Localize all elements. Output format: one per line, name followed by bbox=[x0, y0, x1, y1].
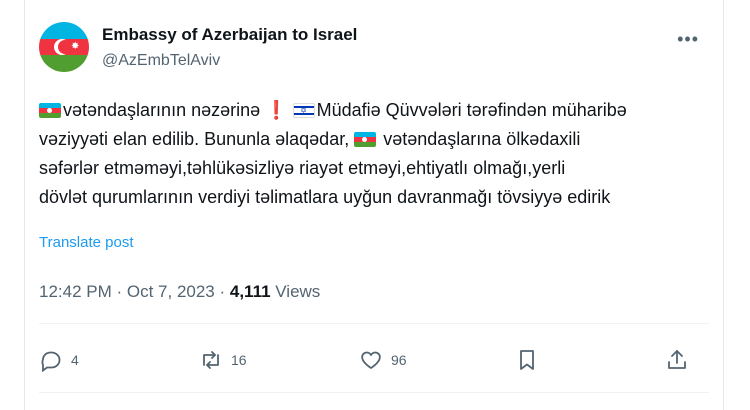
exclamation-icon: ❗ bbox=[265, 100, 288, 120]
divider bbox=[39, 392, 709, 393]
tweet-line-2: vəziyyəti elan edilib. Bununla əlaqədar,… bbox=[39, 125, 709, 154]
translate-post-link[interactable]: Translate post bbox=[39, 234, 134, 251]
heart-icon bbox=[361, 351, 381, 370]
like-button[interactable]: 96 bbox=[359, 343, 407, 377]
reply-button[interactable]: 4 bbox=[39, 343, 79, 377]
tweet-meta: 12:42 PM · Oct 7, 2023 · 4,111 Views bbox=[39, 282, 320, 302]
repost-icon bbox=[203, 351, 219, 369]
flag-azerbaijan-icon bbox=[354, 132, 377, 147]
tweet-line-3: səfərlər etməməyi,təhlükəsizliyə riayət … bbox=[39, 158, 566, 178]
tweet-line-4: dövlət qurumlarının verdiyi təlimatlara … bbox=[39, 187, 611, 207]
views-label: Views bbox=[270, 282, 321, 301]
tweet-time[interactable]: 12:42 PM bbox=[39, 282, 112, 301]
account-name[interactable]: Embassy of Azerbaijan to Israel bbox=[102, 25, 357, 45]
repost-button[interactable]: 16 bbox=[199, 343, 247, 377]
tweet-line-1: vətəndaşlarının nəzərinə ❗ ✡ Müdafiə Qüv… bbox=[39, 96, 709, 125]
tweet-text-segment: Müdafiə Qüvvələri tərəfindən müharibə bbox=[316, 100, 627, 120]
avatar-stripe-green bbox=[39, 55, 89, 72]
flag-israel-icon: ✡ bbox=[292, 103, 315, 118]
avatar-stripe-blue bbox=[39, 22, 89, 39]
like-count: 96 bbox=[391, 352, 407, 368]
flag-azerbaijan-icon bbox=[39, 103, 61, 118]
tweet-text: vətəndaşlarının nəzərinə ❗ ✡ Müdafiə Qüv… bbox=[39, 96, 709, 212]
bookmark-button[interactable] bbox=[515, 343, 547, 377]
tweet-card: ✸ Embassy of Azerbaijan to Israel @AzEmb… bbox=[24, 0, 724, 410]
avatar[interactable]: ✸ bbox=[39, 22, 89, 72]
tweet-text-segment: vətəndaşlarına ölkədaxili bbox=[378, 129, 581, 149]
tweet-date[interactable]: Oct 7, 2023 bbox=[127, 282, 215, 301]
action-bar: 4 16 96 bbox=[39, 343, 699, 377]
avatar-crescent-cut bbox=[58, 40, 72, 54]
meta-separator: · bbox=[111, 282, 127, 301]
views-count: 4,111 bbox=[229, 282, 271, 301]
more-horizontal-icon[interactable]: ••• bbox=[677, 29, 699, 50]
tweet-text-segment: vətəndaşlarının nəzərinə bbox=[63, 100, 261, 120]
divider bbox=[39, 323, 709, 324]
repost-count: 16 bbox=[231, 352, 247, 368]
share-icon bbox=[668, 350, 686, 369]
avatar-star-icon: ✸ bbox=[71, 41, 80, 52]
tweet-text-segment: vəziyyəti elan edilib. Bununla əlaqədar, bbox=[39, 129, 355, 149]
bookmark-icon bbox=[520, 350, 534, 370]
reply-icon bbox=[41, 351, 61, 372]
account-handle[interactable]: @AzEmbTelAviv bbox=[102, 52, 220, 70]
meta-separator: · bbox=[214, 282, 230, 301]
share-button[interactable] bbox=[665, 343, 697, 377]
reply-count: 4 bbox=[71, 352, 79, 368]
